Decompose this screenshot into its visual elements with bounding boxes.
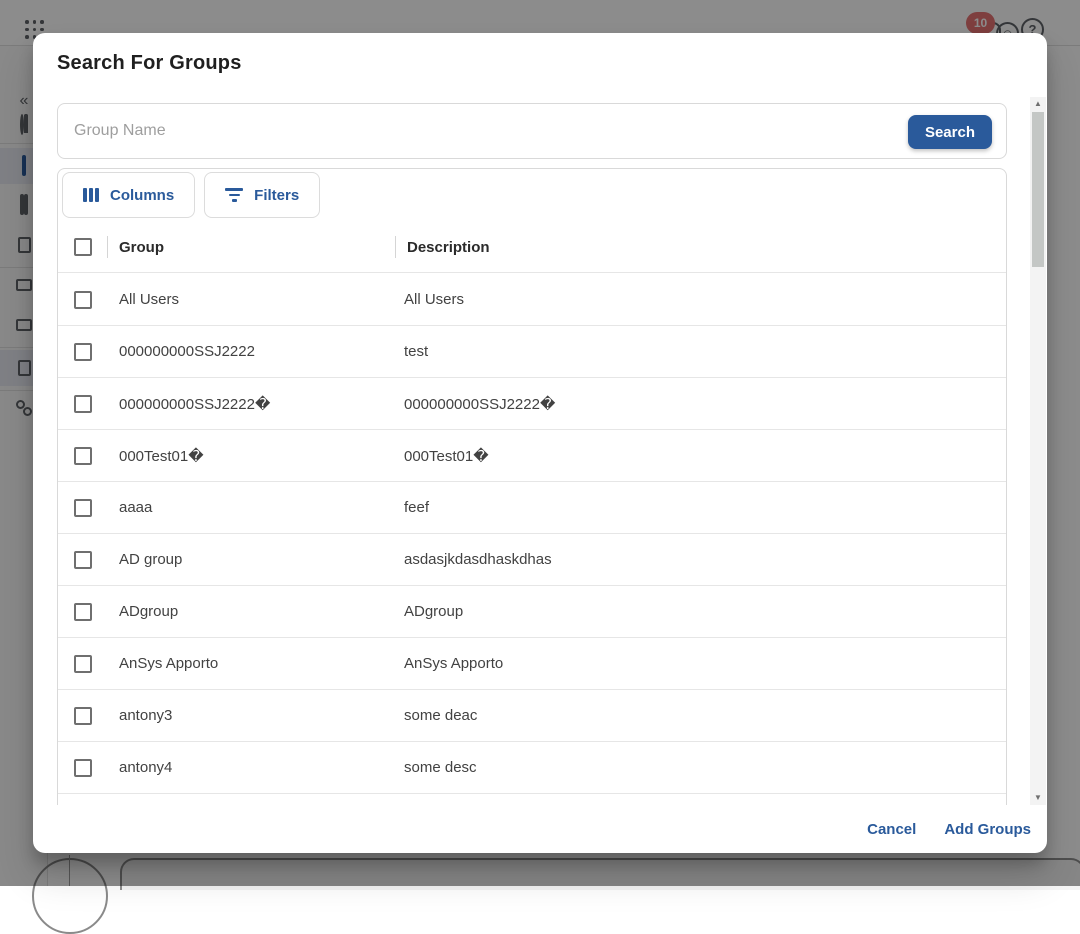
description-cell: some deac [404,707,1006,724]
table-row[interactable]: ADgroup ADgroup [58,586,1006,638]
scrollbar-thumb[interactable] [1032,112,1044,267]
row-checkbox[interactable] [74,551,92,569]
table-row[interactable]: All Users All Users [58,274,1006,326]
description-cell: test [404,343,1006,360]
description-cell: asdasjkdasdhaskdhas [404,551,1006,568]
row-checkbox[interactable] [74,291,92,309]
group-cell: 000Test01� [119,447,392,465]
group-cell: antony3 [119,707,392,724]
dialog-content: Search Columns Filters Group Description [33,97,1047,805]
filter-icon [225,188,243,202]
search-for-groups-dialog: Search For Groups Search Columns Filters [33,33,1047,853]
description-cell: feef [404,499,1006,516]
dialog-title: Search For Groups [57,52,242,75]
group-cell: aaaa [119,499,392,516]
table-header-row: Group Description [58,222,1006,273]
table-body: All Users All Users 000000000SSJ2222 tes… [58,274,1006,794]
columns-button[interactable]: Columns [62,172,195,218]
description-cell: All Users [404,291,1006,308]
columns-button-label: Columns [110,187,174,204]
table-row[interactable]: 000000000SSJ2222� 000000000SSJ2222� [58,378,1006,430]
table-toolbar: Columns Filters [62,172,320,218]
group-cell: antony4 [119,759,392,776]
column-header-description[interactable]: Description [407,239,490,256]
add-groups-button[interactable]: Add Groups [944,821,1031,838]
group-cell: ADgroup [119,603,392,620]
group-cell: AD group [119,551,392,568]
description-cell: AnSys Apporto [404,655,1006,672]
search-button[interactable]: Search [908,115,992,149]
row-checkbox[interactable] [74,499,92,517]
table-row[interactable]: antony4 some desc [58,742,1006,794]
table-row[interactable]: 000Test01� 000Test01� [58,430,1006,482]
row-checkbox[interactable] [74,603,92,621]
column-header-group[interactable]: Group [119,239,395,256]
row-checkbox[interactable] [74,759,92,777]
table-row[interactable]: aaaa feef [58,482,1006,534]
group-cell: 000000000SSJ2222 [119,343,392,360]
table-row[interactable]: 000000000SSJ2222 test [58,326,1006,378]
group-cell: AnSys Apporto [119,655,392,672]
row-checkbox[interactable] [74,707,92,725]
description-cell: some desc [404,759,1006,776]
row-checkbox[interactable] [74,395,92,413]
description-cell: 000Test01� [404,447,1006,465]
row-checkbox[interactable] [74,343,92,361]
group-cell: All Users [119,291,392,308]
columns-icon [83,188,99,202]
cancel-button[interactable]: Cancel [867,821,916,838]
scroll-up-arrow[interactable]: ▲ [1030,97,1046,111]
group-search-box: Search [57,103,1007,159]
row-checkbox[interactable] [74,447,92,465]
row-checkbox[interactable] [74,655,92,673]
table-row[interactable]: antony3 some deac [58,690,1006,742]
groups-table: Columns Filters Group Description All Us… [57,168,1007,805]
group-name-input[interactable] [74,104,774,158]
group-cell: 000000000SSJ2222� [119,395,392,413]
column-separator [107,236,108,258]
description-cell: ADgroup [404,603,1006,620]
column-separator [395,236,396,258]
description-cell: 000000000SSJ2222� [404,395,1006,413]
dialog-scrollbar[interactable]: ▲ ▼ [1030,97,1046,805]
scroll-down-arrow[interactable]: ▼ [1030,791,1046,805]
table-row[interactable]: AD group asdasjkdasdhaskdhas [58,534,1006,586]
select-all-checkbox[interactable] [74,238,92,256]
table-row[interactable]: AnSys Apporto AnSys Apporto [58,638,1006,690]
filters-button-label: Filters [254,187,299,204]
dialog-actions: Cancel Add Groups [33,805,1047,853]
filters-button[interactable]: Filters [204,172,320,218]
